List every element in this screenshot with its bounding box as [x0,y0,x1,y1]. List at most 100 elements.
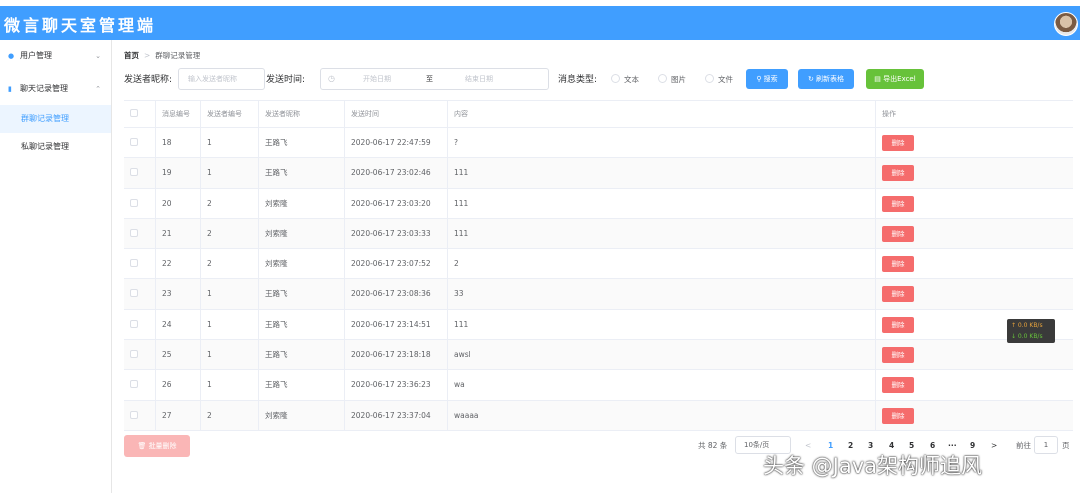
sidebar: ● 用户管理 ⌄ ▮ 聊天记录管理 ⌃ 群聊记录管理 私聊记录管理 [0,40,112,493]
cell-content: 111 [447,158,875,188]
sidebar-subitem-group-chat[interactable]: 群聊记录管理 [0,105,111,133]
cell-time: 2020-06-17 23:36:23 [344,370,447,400]
row-checkbox[interactable] [130,319,138,328]
delete-button[interactable]: 删除 [882,195,914,212]
cell-nickname: 刘索隆 [258,400,344,430]
radio-text[interactable]: 文本 [611,74,639,85]
delete-button[interactable]: 删除 [882,165,914,182]
cell-id: 19 [155,158,200,188]
table-row: 26 1 王路飞 2020-06-17 23:36:23 wa 删除 [124,370,1073,401]
row-checkbox[interactable] [130,380,138,389]
cell-nickname: 刘索隆 [258,218,344,249]
sidebar-item-users[interactable]: ● 用户管理 ⌄ [0,40,111,72]
cell-content: ? [447,128,875,158]
batch-delete-button[interactable]: 🗑 批量删除 [124,435,190,457]
cell-sender-id: 2 [200,249,258,279]
row-checkbox-cell [124,401,155,430]
export-button[interactable]: ▤ 导出Excel [866,69,924,89]
table-row: 21 2 刘索隆 2020-06-17 23:03:33 111 删除 [124,218,1073,250]
filter-bar: 发送者昵称: 输入发送者昵称 发送时间: ◷ 开始日期 至 结束日期 消息类型:… [124,68,1074,90]
table-row: 27 2 刘索隆 2020-06-17 23:37:04 waaaa 删除 [124,400,1073,431]
main-content: 首页 > 群聊记录管理 发送者昵称: 输入发送者昵称 发送时间: ◷ 开始日期 至 … [112,40,1080,493]
cell-sender-id: 1 [200,128,258,158]
delete-button[interactable]: 删除 [882,286,914,303]
time-label: 发送时间: [266,75,306,85]
cell-content: waaaa [447,400,875,430]
breadcrumb: 首页 > 群聊记录管理 [124,50,200,61]
date-range-separator: 至 [426,75,433,83]
batch-delete-label: 批量删除 [148,442,177,450]
type-label: 消息类型: [558,75,598,85]
radio-label: 文件 [718,75,733,84]
row-checkbox-cell [124,310,155,339]
watermark: 头条 @Java架构师追风 [763,454,983,478]
radio-label: 文本 [624,75,639,84]
row-checkbox[interactable] [130,350,138,359]
cell-actions: 删除 [875,340,1073,370]
row-checkbox[interactable] [130,228,138,237]
book-icon: ▮ [8,85,12,93]
chevron-down-icon: ⌄ [95,52,101,60]
header-sender-id: 发送者编号 [200,101,258,127]
cell-id: 21 [155,218,200,249]
top-bar: 微言聊天室管理端 [0,6,1080,40]
search-button[interactable]: ⚲ 搜索 [746,69,788,89]
select-all-checkbox-cell [124,101,155,127]
radio-file[interactable]: 文件 [705,74,733,85]
cell-id: 20 [155,188,200,218]
radio-circle[interactable] [658,74,667,83]
delete-button[interactable]: 删除 [882,256,914,273]
refresh-button[interactable]: ↻ 刷新表格 [798,69,854,89]
goto-unit: 页 [1062,441,1070,450]
goto-page-input[interactable]: 1 [1034,436,1058,454]
radio-circle[interactable] [611,74,620,83]
table-row: 19 1 王路飞 2020-06-17 23:02:46 111 删除 [124,158,1073,189]
table-header: 消息编号 发送者编号 发送者昵称 发送时间 内容 操作 [124,101,1073,128]
delete-button[interactable]: 删除 [882,407,914,424]
start-date-placeholder: 开始日期 [363,75,391,83]
row-checkbox[interactable] [130,198,138,207]
delete-button[interactable]: 删除 [882,347,914,364]
delete-button[interactable]: 删除 [882,377,914,394]
header-id: 消息编号 [155,101,200,127]
sidebar-item-chat-records[interactable]: ▮ 聊天记录管理 ⌃ [0,73,111,105]
row-checkbox[interactable] [130,289,138,298]
cell-id: 18 [155,128,200,158]
cell-time: 2020-06-17 23:14:51 [344,309,447,340]
row-checkbox-cell [124,279,155,308]
cell-sender-id: 2 [200,400,258,430]
sender-input[interactable]: 输入发送者昵称 [178,68,265,90]
row-checkbox-cell [124,249,155,278]
delete-button[interactable]: 删除 [882,135,914,151]
cell-time: 2020-06-17 23:18:18 [344,340,447,370]
row-checkbox[interactable] [130,168,138,177]
cell-id: 27 [155,400,200,430]
avatar[interactable] [1054,12,1078,36]
row-checkbox[interactable] [130,410,138,419]
cell-content: wa [447,370,875,400]
table-row: 18 1 王路飞 2020-06-17 22:47:59? 删除 [124,128,1073,159]
table-row: 24 1 王路飞 2020-06-17 23:14:51 111 删除 [124,309,1073,341]
delete-button[interactable]: 删除 [882,316,914,333]
sidebar-item-label: 用户管理 [20,51,52,60]
row-checkbox[interactable] [130,138,138,146]
row-checkbox[interactable] [130,259,138,268]
next-page-button[interactable]: > [991,438,997,454]
sidebar-subitem-private-chat[interactable]: 私聊记录管理 [0,133,111,161]
row-checkbox-cell [124,128,155,157]
radio-label: 图片 [671,75,686,84]
date-range-picker[interactable]: ◷ 开始日期 至 结束日期 [320,68,549,90]
cell-content: 2 [447,249,875,279]
radio-image[interactable]: 图片 [658,74,686,85]
cell-sender-id: 2 [200,218,258,249]
row-checkbox-cell [124,219,155,248]
radio-circle[interactable] [705,74,714,83]
table-row: 22 2 刘索隆 2020-06-17 23:07:52 2 删除 [124,249,1073,280]
delete-button[interactable]: 删除 [882,225,914,242]
breadcrumb-home[interactable]: 首页 [124,51,139,60]
cell-nickname: 王路飞 [258,340,344,370]
cell-id: 26 [155,370,200,400]
select-all-checkbox[interactable] [130,109,138,117]
cell-sender-id: 1 [200,279,258,309]
network-speed-widget[interactable]: ↑ 0.0 KB/s ↓ 0.0 KB/s [1007,319,1055,343]
